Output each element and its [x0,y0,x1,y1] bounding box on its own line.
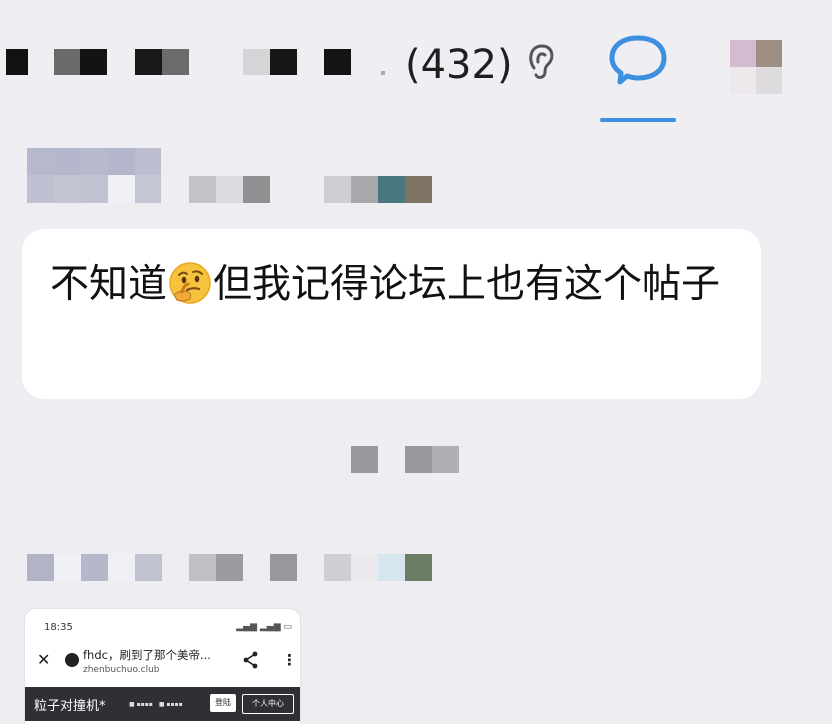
shared-image-card[interactable]: 18:35 ▂▄▆ ▂▄▆ ▭ ✕ fhdc，刷到了那个美帝... zhenbu… [24,608,301,724]
site-icon [65,653,79,667]
status-time: 18:35 [44,622,73,633]
message-text: 不知道 但我记得论坛上也有这个帖子 [50,257,730,312]
shared-page-url: zhenbuchuo.club [83,665,160,675]
shared-page-navbar: 粒子对撞机* ■ ▪▪▪▪ ■ ▪▪▪▪ 登陆 个人中心 [25,687,300,721]
chat-header: (432) [0,0,832,128]
avatar[interactable] [730,40,782,94]
shared-page-title: fhdc，刷到了那个美帝... [83,648,211,662]
navbar-items: ■ ▪▪▪▪ ■ ▪▪▪▪ [129,701,183,708]
active-tab-indicator [600,118,676,122]
share-icon [243,651,258,669]
message-text-part1: 不知道 [50,262,168,307]
shared-page-heading: 粒子对撞机* [34,699,106,714]
login-button: 登陆 [210,694,236,712]
signal-battery-icon: ▂▄▆ ▂▄▆ ▭ [236,622,292,632]
member-count: (432) [405,42,513,88]
chat-bubble-icon[interactable] [608,34,668,86]
ear-icon[interactable] [526,42,556,82]
message-text-part2: 但我记得论坛上也有这个帖子 [213,262,721,307]
profile-button: 个人中心 [242,694,294,714]
thinking-face-icon [169,262,211,304]
close-icon: ✕ [37,650,51,669]
more-icon: ⋮ [282,651,297,669]
message-bubble[interactable]: 不知道 但我记得论坛上也有这个帖子 [22,229,761,399]
